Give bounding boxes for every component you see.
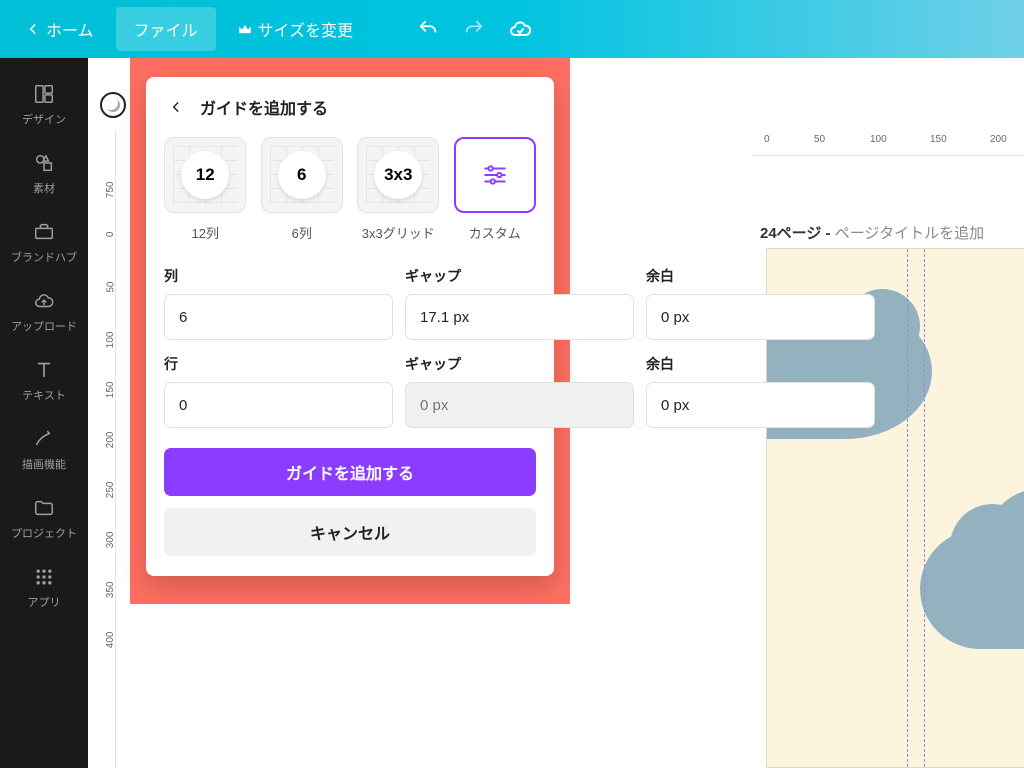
column-gap-label: ギャップ [405,266,634,286]
add-guides-button[interactable]: ガイドを追加する [164,448,536,496]
sidebar-item-label: アップロード [11,318,77,334]
apps-grid-icon [32,565,56,589]
home-label: ホーム [46,17,94,41]
page-title-prompt: ページタイトルを追加 [835,225,984,242]
ruler-label: 50 [106,282,117,293]
ruler-label: 100 [870,134,887,145]
vertical-ruler: 750 0 50 100 150 200 250 300 350 400 [88,130,116,768]
sidebar-item-label: アプリ [28,594,61,610]
top-toolbar: ホーム ファイル サイズを変更 [0,0,1024,58]
back-button[interactable] [164,95,188,119]
sidebar-item-elements[interactable]: 素材 [0,139,88,208]
undo-button[interactable] [407,8,449,50]
ruler-label: 50 [814,134,825,145]
page-label[interactable]: 24ページ - ページタイトルを追加 [760,222,984,243]
color-picker-button[interactable] [100,92,126,118]
sidebar-item-label: テキスト [22,387,66,403]
resize-label: サイズを変更 [258,17,354,41]
preset-custom[interactable]: カスタム [454,137,537,242]
cloud-upload-icon [32,289,56,313]
preset-12-columns[interactable]: 12 12列 [164,137,247,242]
draw-icon [32,427,56,451]
ruler-label: 200 [106,432,117,449]
preset-3x3-grid[interactable]: 3x3 3x3グリッド [357,137,440,242]
sidebar-item-apps[interactable]: アプリ [0,553,88,622]
ruler-label: 300 [106,532,117,549]
folder-icon [32,496,56,520]
sliders-icon [482,162,508,188]
sidebar-item-draw[interactable]: 描画機能 [0,415,88,484]
rows-label: 行 [164,354,393,374]
sidebar-item-label: デザイン [22,111,66,127]
redo-button[interactable] [453,8,495,50]
ruler-label: 0 [106,232,117,238]
briefcase-icon [32,220,56,244]
sidebar-item-projects[interactable]: プロジェクト [0,484,88,553]
preset-label: 6列 [292,223,312,242]
ruler-label: 0 [764,134,770,145]
preset-label: 3x3グリッド [362,223,435,242]
resize-button[interactable]: サイズを変更 [220,7,372,51]
ruler-label: 400 [106,632,117,649]
undo-icon [417,18,439,40]
text-icon [32,358,56,382]
sidebar-item-uploads[interactable]: アップロード [0,277,88,346]
rows-input[interactable] [164,382,393,428]
horizontal-ruler: 0 50 100 150 200 [752,130,1024,156]
column-gap-input[interactable] [405,294,634,340]
file-menu-button[interactable]: ファイル [116,7,216,51]
sidebar-item-design[interactable]: デザイン [0,70,88,139]
preset-6-columns[interactable]: 6 6列 [261,137,344,242]
columns-label: 列 [164,266,393,286]
column-margin-input[interactable] [646,294,875,340]
row-margin-input[interactable] [646,382,875,428]
preset-label: 12列 [192,223,219,242]
sidebar-item-text[interactable]: テキスト [0,346,88,415]
ruler-label: 150 [106,382,117,399]
sidebar-item-label: プロジェクト [11,525,77,541]
add-guides-panel: ガイドを追加する 12 12列 6 6列 3x3 3x3グリッド カスタム [146,77,554,576]
ruler-label: 350 [106,582,117,599]
cloud-sync-button[interactable] [499,8,541,50]
redo-icon [463,18,485,40]
guide-line[interactable] [907,249,908,767]
cloud-icon [508,17,532,41]
guide-line[interactable] [924,249,925,767]
ruler-label: 750 [106,182,117,199]
sidebar-item-brand-hub[interactable]: ブランドハブ [0,208,88,277]
ruler-label: 200 [990,134,1007,145]
sidebar-item-label: 描画機能 [22,456,66,472]
row-gap-label: ギャップ [405,354,634,374]
column-margin-label: 余白 [646,266,875,286]
ruler-label: 150 [930,134,947,145]
ruler-label: 100 [106,332,117,349]
row-margin-label: 余白 [646,354,875,374]
chevron-left-icon [26,22,40,36]
ruler-label: 250 [106,482,117,499]
file-label: ファイル [134,17,198,41]
templates-icon [32,82,56,106]
sidebar-item-label: ブランドハブ [11,249,77,265]
cloud-shape[interactable] [920,529,1024,649]
sidebar-item-label: 素材 [33,180,55,196]
home-button[interactable]: ホーム [8,7,112,51]
columns-input[interactable] [164,294,393,340]
panel-title: ガイドを追加する [200,95,328,119]
preset-label: カスタム [469,223,521,242]
crown-icon [238,23,252,35]
cancel-button[interactable]: キャンセル [164,508,536,556]
row-gap-input [405,382,634,428]
shapes-icon [32,151,56,175]
left-sidebar: デザイン 素材 ブランドハブ アップロード テキスト 描画機能 プロジェクト ア… [0,58,88,768]
chevron-left-icon [169,100,183,114]
page-number: 24ページ [760,225,821,242]
